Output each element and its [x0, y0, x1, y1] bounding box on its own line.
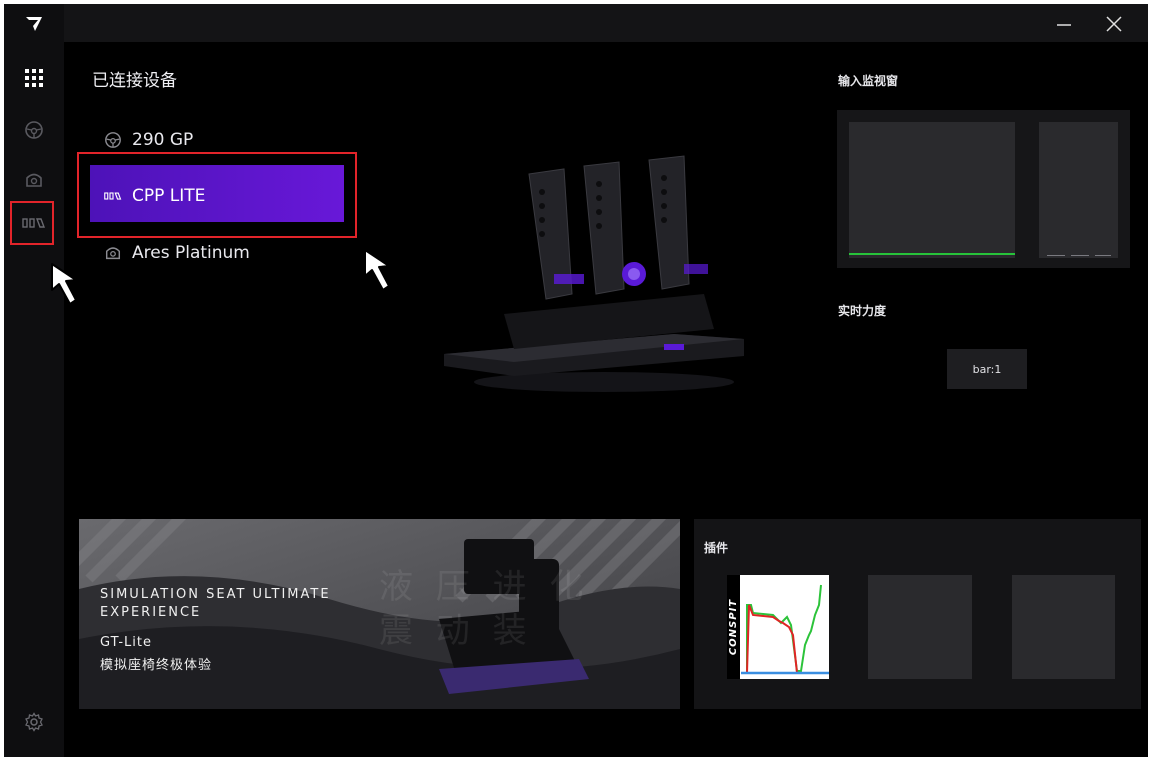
plugins-title: 插件 — [704, 541, 729, 555]
logo-icon[interactable] — [22, 12, 46, 36]
input-monitor-side-graph — [1039, 122, 1118, 258]
input-monitor-panel — [837, 110, 1130, 268]
apps-grid-icon[interactable] — [22, 66, 46, 90]
device-label: Ares Platinum — [132, 243, 250, 263]
annotation-arrow-icon — [46, 260, 86, 310]
minimize-button[interactable] — [1052, 12, 1076, 36]
input-monitor-title: 输入监视窗 — [838, 74, 899, 88]
wheelbase-icon — [104, 244, 122, 262]
steering-wheel-icon — [104, 131, 122, 149]
plugin-card-empty-2[interactable] — [1012, 575, 1115, 679]
banner-product: GT-Lite — [100, 635, 152, 650]
input-monitor-main-graph — [849, 122, 1015, 258]
banner-watermark-2: 震 动 装 — [379, 611, 533, 651]
plugin-card-conspit[interactable]: CONSPIT — [727, 575, 829, 679]
wheelbase-icon[interactable] — [22, 168, 46, 192]
device-label: 290 GP — [132, 130, 194, 150]
monitor-dash — [1047, 255, 1065, 256]
banner-subtitle: 模拟座椅终极体验 — [100, 658, 213, 673]
banner-headline-2: EXPERIENCE — [100, 605, 202, 620]
force-bar-label: bar:1 — [972, 362, 1002, 376]
force-bar-button[interactable]: bar:1 — [947, 349, 1027, 389]
monitor-dash — [1095, 255, 1111, 256]
sidebar — [4, 4, 64, 757]
annotation-arrow-icon — [359, 246, 399, 296]
plugin-card-empty-1[interactable] — [868, 575, 972, 679]
plugin-brand-text: CONSPIT — [728, 598, 739, 656]
realtime-force-title: 实时力度 — [838, 304, 887, 318]
plugins-panel: 插件 CONSPIT — [694, 519, 1141, 709]
pedal-set-image — [434, 144, 754, 394]
banner-headline-1: SIMULATION SEAT ULTIMATE — [100, 587, 331, 602]
app-window: 已连接设备 290 GP CPP LITE Ares Platinum 输入监视… — [4, 4, 1148, 757]
steering-wheel-icon[interactable] — [22, 118, 46, 142]
annotation-box-selected-device — [77, 152, 357, 238]
monitor-green-line — [849, 253, 1015, 255]
promo-banner[interactable]: 液 压 进 化 震 动 装 SIMULATION SEAT ULTIMATE E… — [79, 519, 680, 709]
banner-watermark-1: 液 压 进 化 — [379, 567, 590, 607]
settings-icon[interactable] — [22, 710, 46, 734]
monitor-dash — [1071, 255, 1089, 256]
close-button[interactable] — [1102, 12, 1126, 36]
device-item-290gp[interactable]: 290 GP — [104, 128, 193, 152]
title-bar — [64, 4, 1148, 42]
annotation-box-sidebar-pedals — [10, 201, 54, 245]
device-item-ares-platinum[interactable]: Ares Platinum — [104, 241, 250, 265]
connected-devices-title: 已连接设备 — [92, 71, 177, 91]
